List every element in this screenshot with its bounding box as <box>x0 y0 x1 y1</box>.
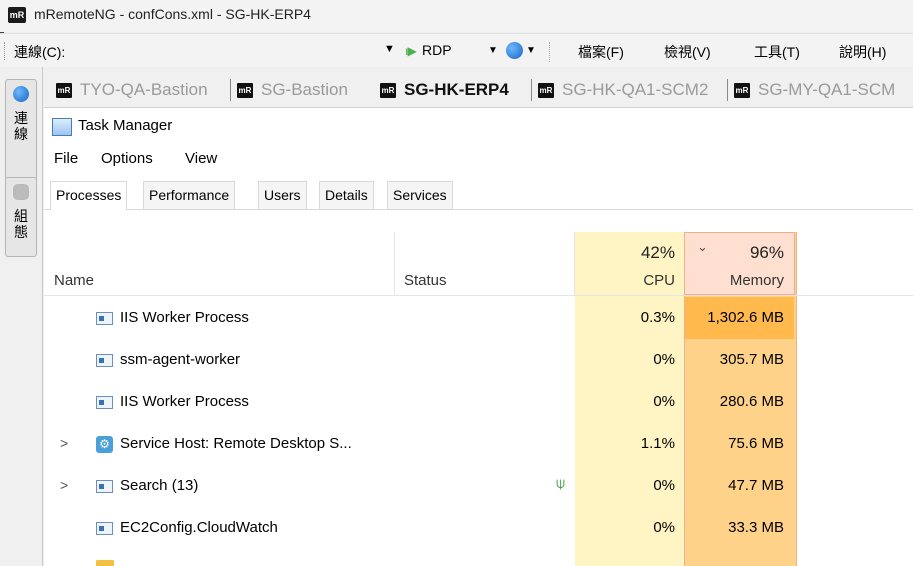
gear-icon: ⚙ <box>96 436 113 453</box>
quick-connect-dropdown-icon[interactable]: ▼ <box>384 43 395 55</box>
tab-performance[interactable]: Performance <box>143 181 236 209</box>
process-row[interactable]: IIS Worker Process 0% 280.6 MB <box>44 381 913 423</box>
tab-separator <box>230 79 231 101</box>
menu-file[interactable]: 檔案(F) <box>578 42 624 62</box>
tab-label: SG-MY-QA1-SCM <box>758 80 896 99</box>
menu-tools[interactable]: 工具(T) <box>754 42 800 62</box>
window-title: mRemoteNG - confCons.xml - SG-HK-ERP4 <box>34 6 311 22</box>
process-row[interactable]: EC2Config.CloudWatch 0% 33.3 MB <box>44 507 913 549</box>
expand-chevron-icon[interactable]: > <box>60 477 68 493</box>
connect-label: 連線(C): <box>14 44 66 60</box>
tab-services[interactable]: Services <box>387 181 453 209</box>
window-icon <box>96 396 113 409</box>
connection-tabs: mR TYO-QA-Bastion mR SG-Bastion mR SG-HK-ER… <box>44 67 913 108</box>
menu-help[interactable]: 說明(H) <box>839 42 886 62</box>
tm-menu-file[interactable]: File <box>54 150 78 167</box>
window-icon <box>96 480 113 493</box>
tab-label: SG-HK-ERP4 <box>404 80 509 99</box>
window-icon <box>96 354 113 367</box>
quick-connect-input[interactable] <box>100 41 404 65</box>
col-header-status[interactable]: Status <box>404 272 447 289</box>
connect-play-icon[interactable]: ıı▶ <box>405 44 417 58</box>
cpu-total[interactable]: 42% <box>575 243 675 263</box>
toolbar: 連線(C): ▼ ıı▶ RDP ▼ ▼ 檔案(F) 檢視(V) 工具(T) 說… <box>0 33 913 68</box>
expand-chevron-icon[interactable]: > <box>60 435 68 451</box>
process-name: EC2Config.CloudWatch <box>120 519 278 536</box>
process-name: Service Host: Remote Desktop S... <box>120 435 352 452</box>
side-dock: 連線 組態 <box>0 67 43 566</box>
window-icon <box>96 522 113 535</box>
process-row-partial[interactable] <box>44 549 913 566</box>
connection-tab[interactable]: mR SG-HK-QA1-SCM2 <box>538 77 708 103</box>
process-memory: 305.7 MB <box>719 351 784 368</box>
process-cpu: 0% <box>653 477 675 494</box>
remote-desktop-view[interactable]: Task Manager File Options View Processes… <box>44 108 913 566</box>
gear-icon <box>13 184 29 200</box>
globe-icon[interactable] <box>506 42 523 59</box>
protocol-dropdown-icon[interactable]: ▼ <box>488 45 498 56</box>
column-divider <box>394 232 395 295</box>
tab-separator <box>727 79 728 101</box>
process-cpu: 0% <box>653 519 675 536</box>
process-memory: 47.7 MB <box>728 477 784 494</box>
tab-users[interactable]: Users <box>258 181 307 209</box>
process-memory: 280.6 MB <box>719 393 784 410</box>
rdp-icon: mR <box>237 82 253 98</box>
menu-view[interactable]: 檢視(V) <box>664 42 711 62</box>
process-name: IIS Worker Process <box>120 393 249 410</box>
rdp-icon: mR <box>380 82 396 98</box>
process-name: ssm-agent-worker <box>120 351 241 368</box>
header-divider <box>44 295 913 296</box>
rdp-icon: mR <box>538 82 554 98</box>
process-cpu: 0% <box>653 393 675 410</box>
side-tab-connections[interactable]: 連線 <box>5 79 37 181</box>
process-cpu: 0% <box>653 351 675 368</box>
protocol-select[interactable]: RDP <box>422 42 452 58</box>
process-cpu: 1.1% <box>640 435 675 452</box>
process-name: Search (13) <box>120 477 199 494</box>
process-memory: 33.3 MB <box>728 519 784 536</box>
process-name: IIS Worker Process <box>120 309 249 326</box>
toolbar-grip[interactable] <box>4 42 7 60</box>
rdp-icon: mR <box>56 82 72 98</box>
memory-total[interactable]: 96% <box>684 243 784 263</box>
folder-icon <box>96 560 114 566</box>
process-cpu: 0.3% <box>640 309 675 326</box>
tm-menu-options[interactable]: Options <box>101 150 153 167</box>
tab-label: SG-HK-QA1-SCM2 <box>562 80 709 99</box>
connection-tab[interactable]: mR SG-MY-QA1-SCM <box>734 77 895 103</box>
process-row[interactable]: > Search (13) ⍦ 0% 47.7 MB <box>44 465 913 507</box>
tab-details[interactable]: Details <box>319 181 374 209</box>
side-tab-label: 組態 <box>14 208 28 240</box>
title-bar: mR mRemoteNG - confCons.xml - SG-HK-ERP4 <box>0 0 913 32</box>
connection-tab[interactable]: mR SG-Bastion <box>237 77 348 103</box>
col-header-cpu[interactable]: CPU <box>575 272 675 289</box>
connection-tab-active[interactable]: mR SG-HK-ERP4 <box>380 77 509 103</box>
leaf-icon: ⍦ <box>556 475 566 492</box>
task-manager-icon <box>52 118 72 136</box>
toolbar-separator <box>549 42 551 62</box>
task-manager-title: Task Manager <box>78 117 173 134</box>
process-memory: 75.6 MB <box>728 435 784 452</box>
col-header-name[interactable]: Name <box>54 272 94 289</box>
process-row[interactable]: IIS Worker Process 0.3% 1,302.6 MB <box>44 297 913 339</box>
connection-tab[interactable]: mR TYO-QA-Bastion <box>56 77 208 103</box>
process-memory: 1,302.6 MB <box>707 309 784 326</box>
process-row[interactable]: ssm-agent-worker 0% 305.7 MB <box>44 339 913 381</box>
side-tab-config[interactable]: 組態 <box>5 177 37 257</box>
window-icon <box>96 312 113 325</box>
globe-dropdown-icon[interactable]: ▼ <box>526 45 536 56</box>
tm-menu-view[interactable]: View <box>185 150 217 167</box>
app-logo-icon: mR <box>8 7 26 23</box>
globe-icon <box>13 86 29 102</box>
side-tab-label: 連線 <box>14 110 28 142</box>
tab-processes[interactable]: Processes <box>50 181 128 210</box>
tab-separator <box>531 79 532 101</box>
tab-label: SG-Bastion <box>261 80 348 99</box>
rdp-icon: mR <box>734 82 750 98</box>
process-row[interactable]: > ⚙ Service Host: Remote Desktop S... 1.… <box>44 423 913 465</box>
tab-label: TYO-QA-Bastion <box>80 80 208 99</box>
col-header-memory[interactable]: Memory <box>684 272 784 289</box>
